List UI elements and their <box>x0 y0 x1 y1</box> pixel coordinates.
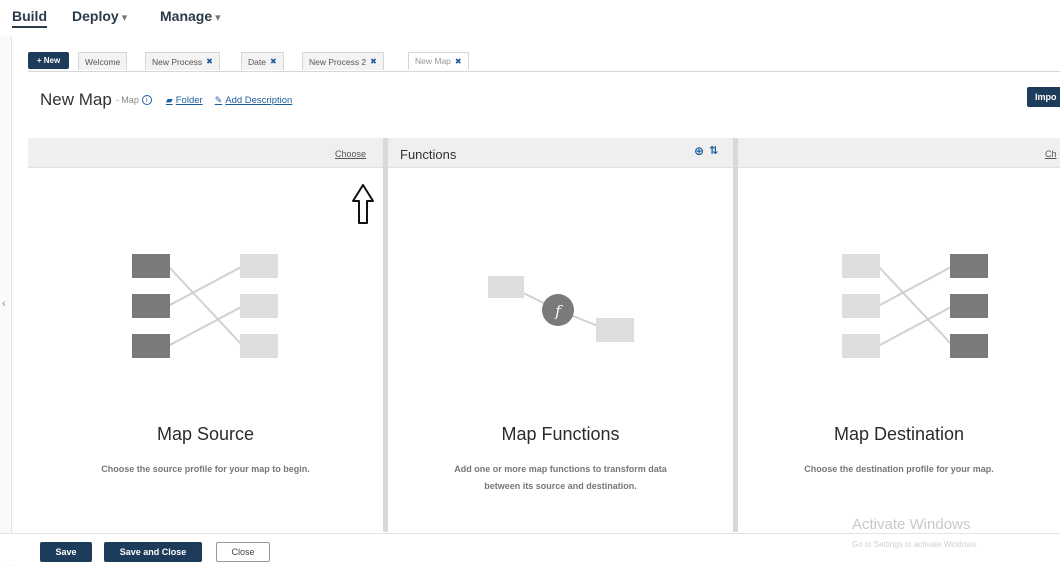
map-source-pane: Choose Map Source Choose the source prof… <box>28 138 383 532</box>
source-choose-link[interactable]: Choose <box>335 149 366 159</box>
nav-build-label: Build <box>12 8 47 24</box>
activate-windows-subtitle: Go to Settings to activate Windows. <box>852 540 979 549</box>
tab-label: Date <box>248 56 266 67</box>
map-destination-description: Choose the destination profile for your … <box>804 464 994 474</box>
sidebar-collapse-toggle[interactable]: ‹ <box>0 36 12 566</box>
map-destination-heading: Map Destination <box>833 424 965 444</box>
close-icon[interactable]: ✖ <box>270 57 277 66</box>
source-field-box <box>842 334 880 358</box>
map-source-heading: Map Source <box>156 424 255 444</box>
add-function-icon[interactable]: ⊕ <box>694 144 704 158</box>
destination-choose-link[interactable]: Ch <box>1045 149 1057 159</box>
source-field-box <box>842 294 880 318</box>
component-title-bar: New Map - Map i ▰ Folder ✎ Add Description <box>40 88 292 112</box>
tab-label: Welcome <box>85 56 121 67</box>
map-functions-heading: Map Functions <box>501 424 620 444</box>
folder-label: Folder <box>175 94 203 106</box>
description-line: between its source and destination. <box>484 481 637 491</box>
chevron-left-icon: ‹ <box>2 298 6 310</box>
close-icon[interactable]: ✖ <box>455 57 462 66</box>
chevron-down-icon: ▾ <box>215 12 221 24</box>
top-navigation: Build Deploy ▾ Manage ▾ <box>0 0 1060 36</box>
save-button[interactable]: Save <box>40 542 92 562</box>
map-functions-pane: Functions ⊕ ⇅ f Map Functions Add one or… <box>388 138 733 532</box>
target-field-box <box>240 294 278 318</box>
footer-bar: Save Save and Close Close <box>0 533 1060 565</box>
map-source-description: Choose the source profile for your map t… <box>101 464 310 474</box>
map-destination-pane: Ch Map Destination Choose the destinatio… <box>738 138 1060 532</box>
map-functions-description: Add one or more map functions to transfo… <box>388 461 733 495</box>
page-title: New Map <box>40 90 112 109</box>
target-field-box <box>950 294 988 318</box>
target-field-box <box>240 334 278 358</box>
description-line: Add one or more map functions to transfo… <box>454 464 667 474</box>
tab-welcome[interactable]: Welcome <box>78 52 128 70</box>
tab-divider <box>28 71 1060 72</box>
nav-deploy[interactable]: Deploy ▾ <box>72 8 127 24</box>
nav-build[interactable]: Build <box>12 8 47 28</box>
tab-label: New Map <box>415 56 451 66</box>
functions-pane-header: Functions ⊕ ⇅ <box>388 138 733 168</box>
folder-icon: ▰ <box>165 94 173 105</box>
close-button[interactable]: Close <box>216 542 270 562</box>
source-field-box <box>132 334 170 358</box>
tab-label: New Process <box>152 56 203 67</box>
activate-windows-watermark: Activate Windows <box>852 516 971 533</box>
tab-date[interactable]: Date ✖ <box>241 52 284 70</box>
import-button[interactable]: Impo <box>1027 87 1060 107</box>
nav-deploy-label: Deploy <box>72 8 119 24</box>
destination-pane-header: Ch <box>738 138 1060 168</box>
functions-illustration: f <box>488 276 634 342</box>
destination-mapping-illustration <box>842 254 988 358</box>
tab-new-map[interactable]: New Map ✖ <box>408 52 469 70</box>
component-type: - Map <box>115 95 139 105</box>
chevron-down-icon: ▾ <box>121 12 128 24</box>
pencil-icon: ✎ <box>214 94 223 105</box>
source-field-box <box>842 254 880 278</box>
nav-manage-label: Manage <box>160 8 213 24</box>
tab-new-process-2[interactable]: New Process 2 ✖ <box>302 52 384 70</box>
target-field-box <box>240 254 278 278</box>
source-mapping-illustration <box>132 254 278 358</box>
close-icon[interactable]: ✖ <box>370 57 377 66</box>
source-field-box <box>132 294 170 318</box>
functions-header-title: Functions <box>400 147 457 162</box>
sort-icon[interactable]: ⇅ <box>709 144 718 157</box>
source-field-box <box>132 254 170 278</box>
up-arrow-annotation-icon <box>352 184 374 224</box>
info-icon[interactable]: i <box>141 95 152 105</box>
source-pane-header: Choose <box>28 138 383 168</box>
target-field-box <box>950 254 988 278</box>
add-description-label: Add Description <box>225 94 293 106</box>
tab-label: New Process 2 <box>309 56 367 67</box>
folder-link[interactable]: ▰ Folder <box>166 95 203 106</box>
input-field-box <box>488 276 524 298</box>
target-field-box <box>950 334 988 358</box>
output-field-box <box>596 318 634 342</box>
close-icon[interactable]: ✖ <box>206 57 213 66</box>
save-and-close-button[interactable]: Save and Close <box>104 542 202 562</box>
add-description-link[interactable]: ✎ Add Description <box>215 95 293 106</box>
tab-new-process[interactable]: New Process ✖ <box>145 52 220 70</box>
new-button[interactable]: + New <box>28 52 69 69</box>
nav-manage[interactable]: Manage ▾ <box>160 8 221 24</box>
